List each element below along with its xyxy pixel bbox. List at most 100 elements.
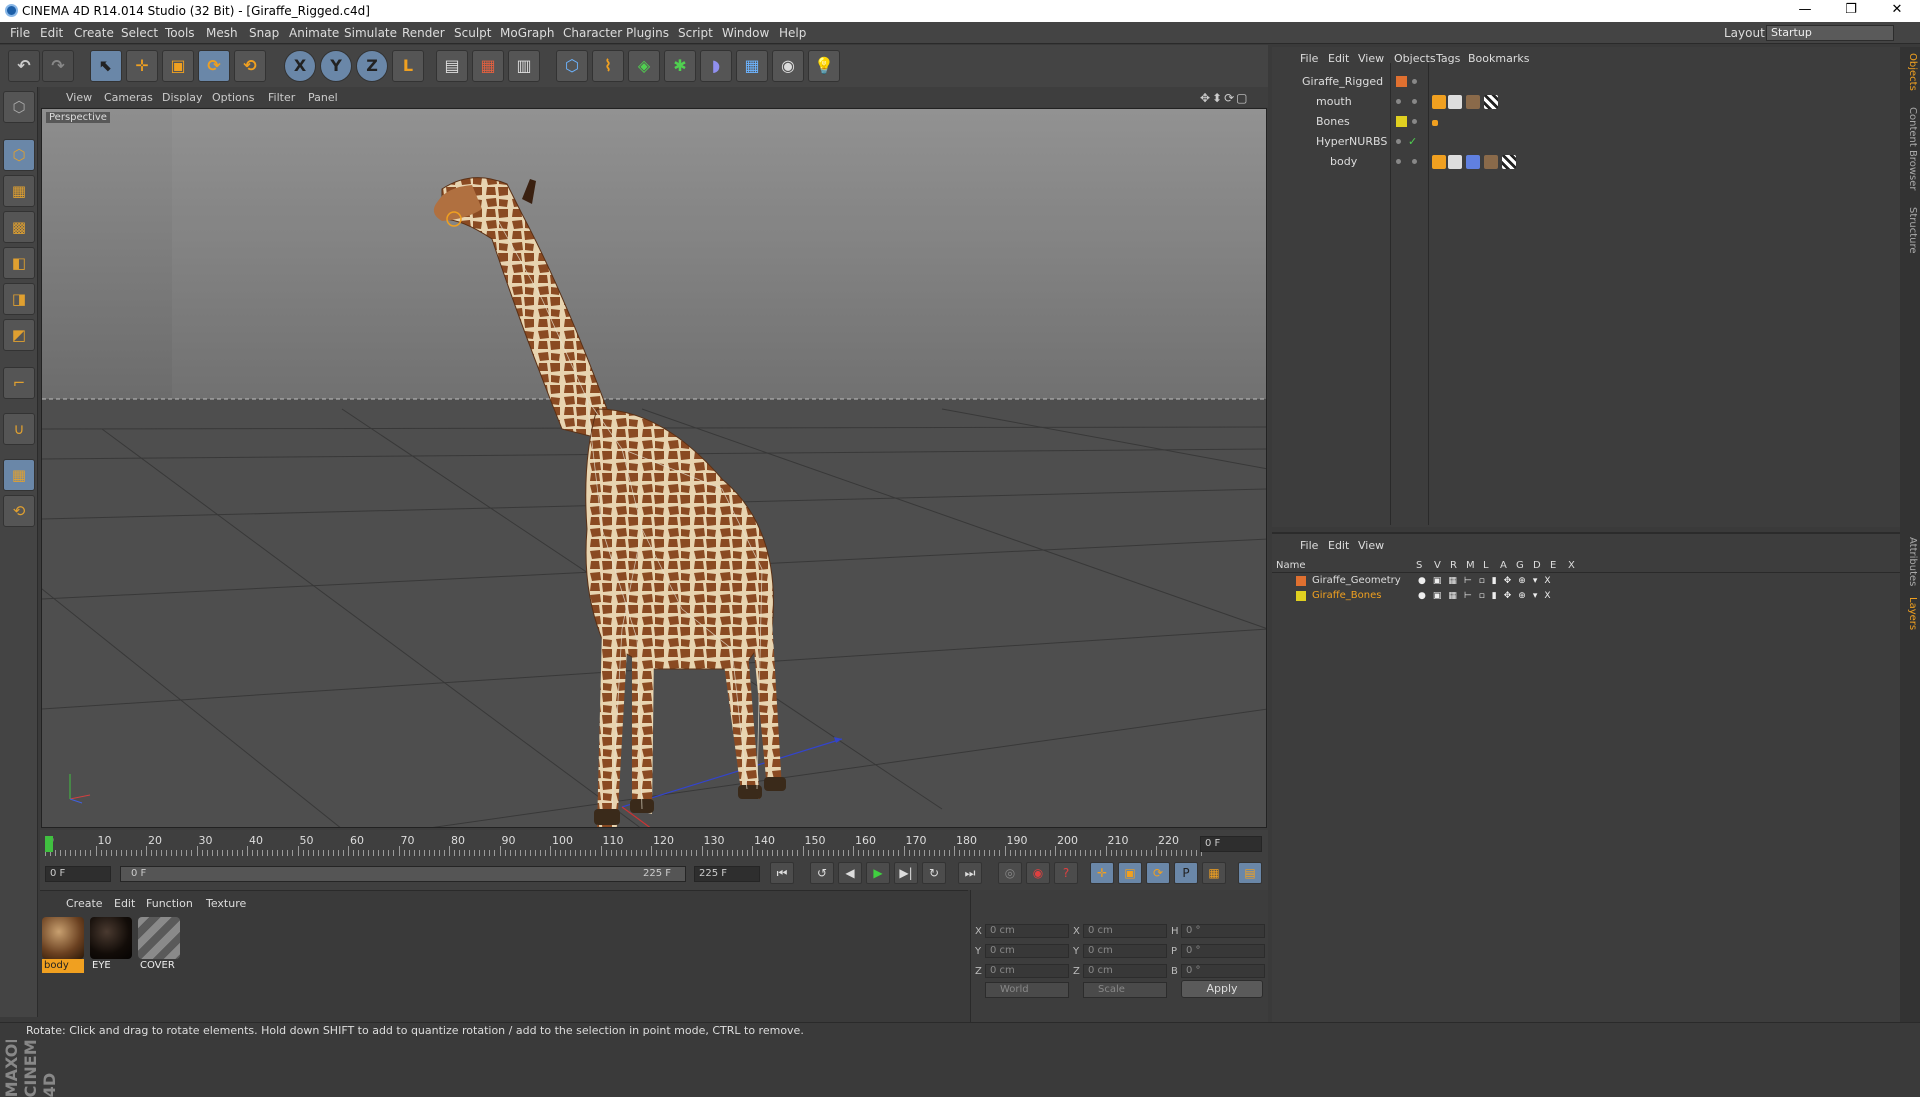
menu-mograph[interactable]: MoGraph bbox=[500, 26, 555, 40]
layout-select[interactable]: Startup bbox=[1766, 25, 1894, 41]
menu-file[interactable]: File bbox=[10, 26, 30, 40]
cube-object-button[interactable]: ⬡ bbox=[556, 50, 588, 82]
layer-toggle-icons[interactable]: ●▣▦⊢▫▮✥⊕▾X bbox=[1418, 576, 1558, 586]
perspective-viewport-canvas[interactable]: Perspective bbox=[41, 108, 1267, 828]
tab-attributes[interactable]: Attributes bbox=[1902, 537, 1918, 586]
material-eye[interactable]: EYE bbox=[90, 917, 132, 973]
rotation-h-field[interactable]: 0 ° bbox=[1181, 924, 1265, 938]
viewport-menu-display[interactable]: Display bbox=[162, 91, 203, 104]
object-row-body[interactable]: body bbox=[1272, 152, 1900, 172]
material-menu-edit[interactable]: Edit bbox=[114, 897, 135, 910]
menu-edit[interactable]: Edit bbox=[40, 26, 63, 40]
visibility-dot[interactable] bbox=[1396, 159, 1401, 164]
viewport-menu-options[interactable]: Options bbox=[212, 91, 254, 104]
keyframe-help-button[interactable]: ? bbox=[1054, 862, 1078, 884]
camera-button[interactable]: ◉ bbox=[772, 50, 804, 82]
go-to-start-button[interactable]: ⏮ bbox=[770, 862, 794, 884]
select-tool-button[interactable]: ⬉ bbox=[90, 50, 122, 82]
record-button[interactable]: ◎ bbox=[998, 862, 1022, 884]
layer-color-swatch[interactable] bbox=[1396, 76, 1407, 87]
autokey-button[interactable]: ◉ bbox=[1026, 862, 1050, 884]
object-row-hypernurbs[interactable]: HyperNURBS ✓ bbox=[1272, 132, 1900, 152]
maximize-button[interactable]: ❐ bbox=[1828, 0, 1874, 22]
tab-layers[interactable]: Layers bbox=[1902, 597, 1918, 630]
size-mode-dropdown[interactable]: Scale bbox=[1083, 982, 1167, 998]
object-row-mouth[interactable]: mouth bbox=[1272, 92, 1900, 112]
frame-range-slider[interactable]: 0 F 225 F bbox=[120, 866, 686, 882]
material-menu-create[interactable]: Create bbox=[66, 897, 103, 910]
menu-animate[interactable]: Animate bbox=[289, 26, 339, 40]
next-frame-button[interactable]: ▶| bbox=[894, 862, 918, 884]
texture-tag-icon[interactable] bbox=[1484, 95, 1498, 109]
points-mode-icon[interactable]: ◧ bbox=[3, 247, 35, 279]
x-axis-button[interactable]: X bbox=[284, 50, 316, 82]
texture-mode-icon[interactable]: ▦ bbox=[3, 175, 35, 207]
key-pla-button[interactable]: ▦ bbox=[1202, 862, 1226, 884]
size-z-field[interactable]: 0 cm bbox=[1083, 964, 1167, 978]
visibility-dot[interactable] bbox=[1396, 139, 1401, 144]
layermgr-menu-edit[interactable]: Edit bbox=[1328, 539, 1349, 552]
objmgr-menu-tags[interactable]: Tags bbox=[1436, 52, 1460, 65]
ik-tag-icon[interactable] bbox=[1466, 155, 1480, 169]
objmgr-menu-edit[interactable]: Edit bbox=[1328, 52, 1349, 65]
menu-sculpt[interactable]: Sculpt bbox=[454, 26, 491, 40]
close-button[interactable]: ✕ bbox=[1874, 0, 1920, 22]
key-rotation-button[interactable]: ⟳ bbox=[1146, 862, 1170, 884]
floor-button[interactable]: ▦ bbox=[736, 50, 768, 82]
menu-script[interactable]: Script bbox=[678, 26, 713, 40]
object-row-giraffe-rigged[interactable]: Giraffe_Rigged bbox=[1272, 72, 1900, 92]
tab-structure[interactable]: Structure bbox=[1902, 207, 1918, 254]
viewport-menu-cameras[interactable]: Cameras bbox=[104, 91, 153, 104]
render-view-button[interactable]: ▤ bbox=[436, 50, 468, 82]
rotation-p-field[interactable]: 0 ° bbox=[1181, 944, 1265, 958]
polygons-mode-icon[interactable]: ◩ bbox=[3, 319, 35, 351]
timeline-window-button[interactable]: ▤ bbox=[1238, 862, 1262, 884]
menu-snap[interactable]: Snap bbox=[249, 26, 279, 40]
make-editable-icon[interactable]: ⬡ bbox=[3, 91, 35, 123]
render-settings-button[interactable]: ▥ bbox=[508, 50, 540, 82]
move-tool-button[interactable]: ✛ bbox=[126, 50, 158, 82]
skin-tag-icon[interactable] bbox=[1432, 95, 1446, 109]
layermgr-menu-view[interactable]: View bbox=[1358, 539, 1384, 552]
menu-character[interactable]: Character bbox=[563, 26, 622, 40]
z-axis-button[interactable]: Z bbox=[356, 50, 388, 82]
go-to-end-button[interactable]: ⏭ bbox=[958, 862, 982, 884]
enabled-check-icon[interactable]: ✓ bbox=[1408, 135, 1417, 148]
start-frame-field[interactable]: 0 F bbox=[45, 866, 111, 882]
nurbs-button[interactable]: ◈ bbox=[628, 50, 660, 82]
objmgr-menu-view[interactable]: View bbox=[1358, 52, 1384, 65]
layer-color-swatch[interactable] bbox=[1296, 576, 1306, 586]
menu-tools[interactable]: Tools bbox=[165, 26, 195, 40]
edges-mode-icon[interactable]: ◨ bbox=[3, 283, 35, 315]
viewport-menu-panel[interactable]: Panel bbox=[308, 91, 338, 104]
size-y-field[interactable]: 0 cm bbox=[1083, 944, 1167, 958]
loop-button[interactable]: ↺ bbox=[810, 862, 834, 884]
menu-window[interactable]: Window bbox=[722, 26, 769, 40]
workplane-lock-icon[interactable]: ▦ bbox=[3, 459, 35, 491]
tab-content-browser[interactable]: Content Browser bbox=[1902, 107, 1918, 190]
workplane-mode-icon[interactable]: ▩ bbox=[3, 211, 35, 243]
redo-button[interactable]: ↷ bbox=[42, 50, 74, 82]
menu-create[interactable]: Create bbox=[74, 26, 114, 40]
y-axis-button[interactable]: Y bbox=[320, 50, 352, 82]
material-tag-icon[interactable] bbox=[1484, 155, 1498, 169]
spline-button[interactable]: ⌇ bbox=[592, 50, 624, 82]
viewport-menu-view[interactable]: View bbox=[66, 91, 92, 104]
render-dot[interactable] bbox=[1412, 99, 1417, 104]
previous-frame-button[interactable]: ◀ bbox=[838, 862, 862, 884]
array-button[interactable]: ✱ bbox=[664, 50, 696, 82]
coordinate-system-button[interactable]: L bbox=[392, 50, 424, 82]
minimize-button[interactable]: — bbox=[1782, 0, 1828, 22]
light-button[interactable]: 💡 bbox=[808, 50, 840, 82]
layer-color-swatch[interactable] bbox=[1296, 591, 1306, 601]
layer-row-giraffe-geometry[interactable]: Giraffe_Geometry ●▣▦⊢▫▮✥⊕▾X bbox=[1272, 574, 1900, 589]
weight-tag-icon[interactable] bbox=[1448, 155, 1462, 169]
current-frame-field[interactable]: 0 F bbox=[1200, 836, 1262, 852]
skin-tag-icon[interactable] bbox=[1432, 155, 1446, 169]
playhead-marker[interactable] bbox=[45, 836, 53, 852]
key-scale-button[interactable]: ▣ bbox=[1118, 862, 1142, 884]
tab-objects[interactable]: Objects bbox=[1902, 53, 1918, 91]
visibility-dot[interactable] bbox=[1396, 99, 1401, 104]
material-menu-texture[interactable]: Texture bbox=[206, 897, 246, 910]
position-x-field[interactable]: 0 cm bbox=[985, 924, 1069, 938]
